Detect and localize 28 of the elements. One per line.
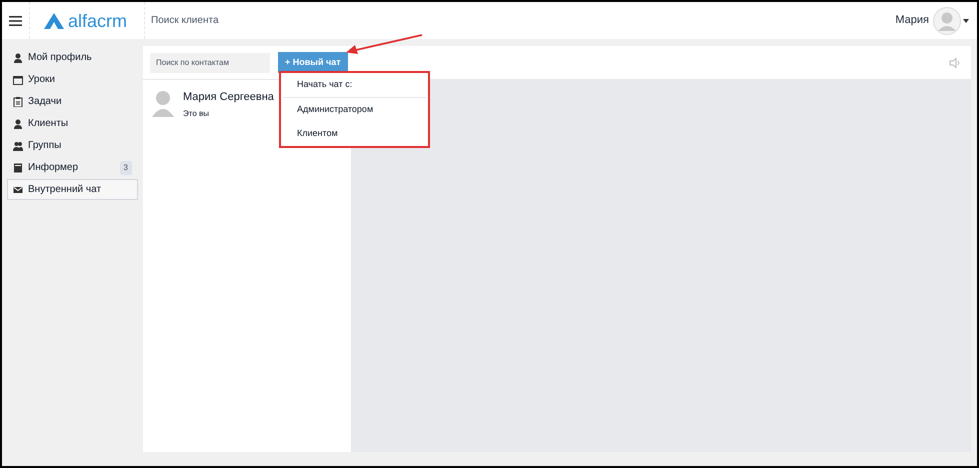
group-icon xyxy=(13,140,23,150)
sidebar-item[interactable]: Клиенты xyxy=(7,113,138,134)
book-icon xyxy=(13,162,23,172)
sidebar-item[interactable]: Мой профиль xyxy=(7,47,138,68)
avatar-icon xyxy=(151,89,175,117)
envelope-icon xyxy=(13,184,23,194)
contact-search-field[interactable]: Поиск по контактам xyxy=(150,52,270,72)
count-badge: 3 xyxy=(120,160,132,174)
client-search-field[interactable]: Поиск клиента xyxy=(145,2,896,39)
user-name[interactable]: Мария xyxy=(895,12,929,29)
sidebar-item[interactable]: Информер 3 xyxy=(7,157,138,178)
contact-subtitle: Это вы xyxy=(183,108,210,120)
sidebar-item[interactable]: Задачи xyxy=(7,91,138,112)
sidebar-item[interactable]: Внутренний чат xyxy=(7,179,138,200)
dropdown-header: Начать чат с: xyxy=(283,73,426,98)
calendar-icon xyxy=(13,74,23,84)
dropdown-item[interactable]: Администратором xyxy=(281,98,428,122)
dropdown-item[interactable]: Клиентом xyxy=(281,122,428,146)
user-icon xyxy=(13,52,23,62)
user-icon xyxy=(13,118,23,128)
contact-name[interactable]: Мария Сергеевна xyxy=(183,89,274,106)
sidebar-item[interactable]: Группы xyxy=(7,135,138,156)
logo-text: alfacrm xyxy=(68,12,128,30)
menu-icon[interactable] xyxy=(9,16,22,26)
caret-icon[interactable] xyxy=(963,18,969,22)
clipboard-icon xyxy=(13,96,23,106)
logo-icon xyxy=(44,12,64,28)
sidebar-item[interactable]: Уроки xyxy=(7,69,138,90)
